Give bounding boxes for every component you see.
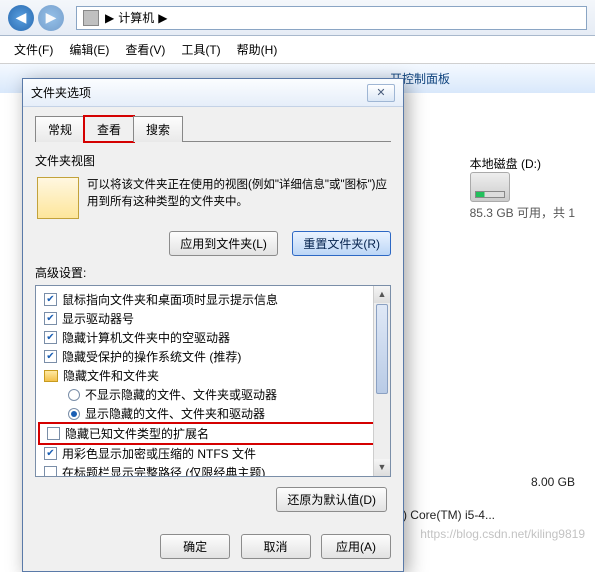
- scroll-thumb[interactable]: [376, 304, 388, 394]
- setting-label: 在标题栏显示完整路径 (仅限经典主题): [62, 464, 265, 477]
- setting-item[interactable]: 用彩色显示加密或压缩的 NTFS 文件: [38, 444, 388, 463]
- address-box[interactable]: ▶ 计算机 ▶: [76, 6, 587, 30]
- menu-bar: 文件(F) 编辑(E) 查看(V) 工具(T) 帮助(H): [0, 36, 595, 64]
- menu-view[interactable]: 查看(V): [117, 38, 173, 61]
- dialog-title: 文件夹选项: [31, 84, 91, 101]
- setting-label: 用彩色显示加密或压缩的 NTFS 文件: [62, 445, 256, 462]
- breadcrumb: ▶: [105, 11, 114, 25]
- ok-button[interactable]: 确定: [160, 534, 230, 559]
- menu-tools[interactable]: 工具(T): [173, 38, 228, 61]
- drive-label: 本地磁盘 (D:): [470, 155, 575, 172]
- advanced-label: 高级设置:: [35, 264, 391, 281]
- scroll-up-icon[interactable]: ▲: [374, 286, 390, 303]
- breadcrumb-sep: ▶: [158, 11, 167, 25]
- nav-forward-icon[interactable]: ▶: [38, 5, 64, 31]
- folder-options-dialog: 文件夹选项 ✕ 常规 查看 搜索 文件夹视图 可以将该文件夹正在使用的视图(例如…: [22, 78, 404, 572]
- checkbox-icon[interactable]: [47, 427, 60, 440]
- setting-label: 隐藏文件和文件夹: [63, 367, 159, 384]
- setting-label: 隐藏计算机文件夹中的空驱动器: [62, 329, 230, 346]
- tab-strip: 常规 查看 搜索: [35, 115, 391, 142]
- radio-icon[interactable]: [68, 389, 80, 401]
- menu-help[interactable]: 帮助(H): [229, 38, 286, 61]
- scroll-down-icon[interactable]: ▼: [374, 459, 390, 476]
- tab-view[interactable]: 查看: [84, 116, 134, 142]
- address-bar: ◀ ▶ ▶ 计算机 ▶: [0, 0, 595, 36]
- folder-view-group: 可以将该文件夹正在使用的视图(例如"详细信息"或"图标")应用到所有这种类型的文…: [35, 173, 391, 227]
- setting-item[interactable]: 显示驱动器号: [38, 309, 388, 328]
- setting-item[interactable]: 隐藏受保护的操作系统文件 (推荐): [38, 347, 388, 366]
- setting-item[interactable]: 隐藏文件和文件夹: [38, 366, 388, 385]
- folder-view-label: 文件夹视图: [35, 152, 391, 169]
- apply-to-folders-button[interactable]: 应用到文件夹(L): [169, 231, 278, 256]
- folder-icon: [44, 370, 58, 382]
- bg-memory: 8.00 GB: [531, 475, 575, 489]
- scrollbar[interactable]: ▲ ▼: [373, 286, 390, 476]
- checkbox-icon[interactable]: [44, 293, 57, 306]
- breadcrumb-location[interactable]: 计算机: [118, 9, 154, 26]
- advanced-settings-box: 鼠标指向文件夹和桌面项时显示提示信息显示驱动器号隐藏计算机文件夹中的空驱动器隐藏…: [35, 285, 391, 477]
- checkbox-icon[interactable]: [44, 466, 57, 477]
- setting-label: 隐藏已知文件类型的扩展名: [65, 425, 209, 442]
- advanced-list[interactable]: 鼠标指向文件夹和桌面项时显示提示信息显示驱动器号隐藏计算机文件夹中的空驱动器隐藏…: [36, 286, 390, 477]
- reset-folders-button[interactable]: 重置文件夹(R): [292, 231, 391, 256]
- folder-view-text: 可以将该文件夹正在使用的视图(例如"详细信息"或"图标")应用到所有这种类型的文…: [87, 177, 389, 219]
- computer-icon: [83, 10, 99, 26]
- menu-edit[interactable]: 编辑(E): [61, 38, 117, 61]
- setting-label: 鼠标指向文件夹和桌面项时显示提示信息: [62, 291, 278, 308]
- drive-icon: [470, 172, 510, 202]
- restore-defaults-button[interactable]: 还原为默认值(D): [276, 487, 387, 512]
- setting-label: 隐藏受保护的操作系统文件 (推荐): [62, 348, 241, 365]
- dialog-titlebar[interactable]: 文件夹选项 ✕: [23, 79, 403, 107]
- setting-label: 显示隐藏的文件、文件夹和驱动器: [85, 405, 265, 422]
- setting-item[interactable]: 隐藏计算机文件夹中的空驱动器: [38, 328, 388, 347]
- setting-item[interactable]: 在标题栏显示完整路径 (仅限经典主题): [38, 463, 388, 477]
- drive-d[interactable]: 本地磁盘 (D:) 85.3 GB 可用，共 1: [470, 155, 575, 221]
- setting-item[interactable]: 隐藏已知文件类型的扩展名: [41, 424, 385, 443]
- setting-label: 不显示隐藏的文件、文件夹或驱动器: [85, 386, 277, 403]
- setting-label: 显示驱动器号: [62, 310, 134, 327]
- drive-free-text: 85.3 GB 可用，共 1: [470, 204, 575, 221]
- checkbox-icon[interactable]: [44, 447, 57, 460]
- nav-back-icon[interactable]: ◀: [8, 5, 34, 31]
- setting-item[interactable]: 鼠标指向文件夹和桌面项时显示提示信息: [38, 290, 388, 309]
- radio-icon[interactable]: [68, 408, 80, 420]
- watermark: https://blog.csdn.net/kiling9819: [420, 527, 585, 541]
- checkbox-icon[interactable]: [44, 312, 57, 325]
- folder-view-icon: [37, 177, 79, 219]
- setting-item[interactable]: 显示隐藏的文件、文件夹和驱动器: [38, 404, 388, 423]
- checkbox-icon[interactable]: [44, 350, 57, 363]
- menu-file[interactable]: 文件(F): [6, 38, 61, 61]
- apply-button[interactable]: 应用(A): [321, 534, 391, 559]
- tab-search[interactable]: 搜索: [133, 116, 183, 142]
- checkbox-icon[interactable]: [44, 331, 57, 344]
- cancel-button[interactable]: 取消: [241, 534, 311, 559]
- setting-item[interactable]: 不显示隐藏的文件、文件夹或驱动器: [38, 385, 388, 404]
- tab-general[interactable]: 常规: [35, 116, 85, 142]
- close-icon[interactable]: ✕: [367, 84, 395, 102]
